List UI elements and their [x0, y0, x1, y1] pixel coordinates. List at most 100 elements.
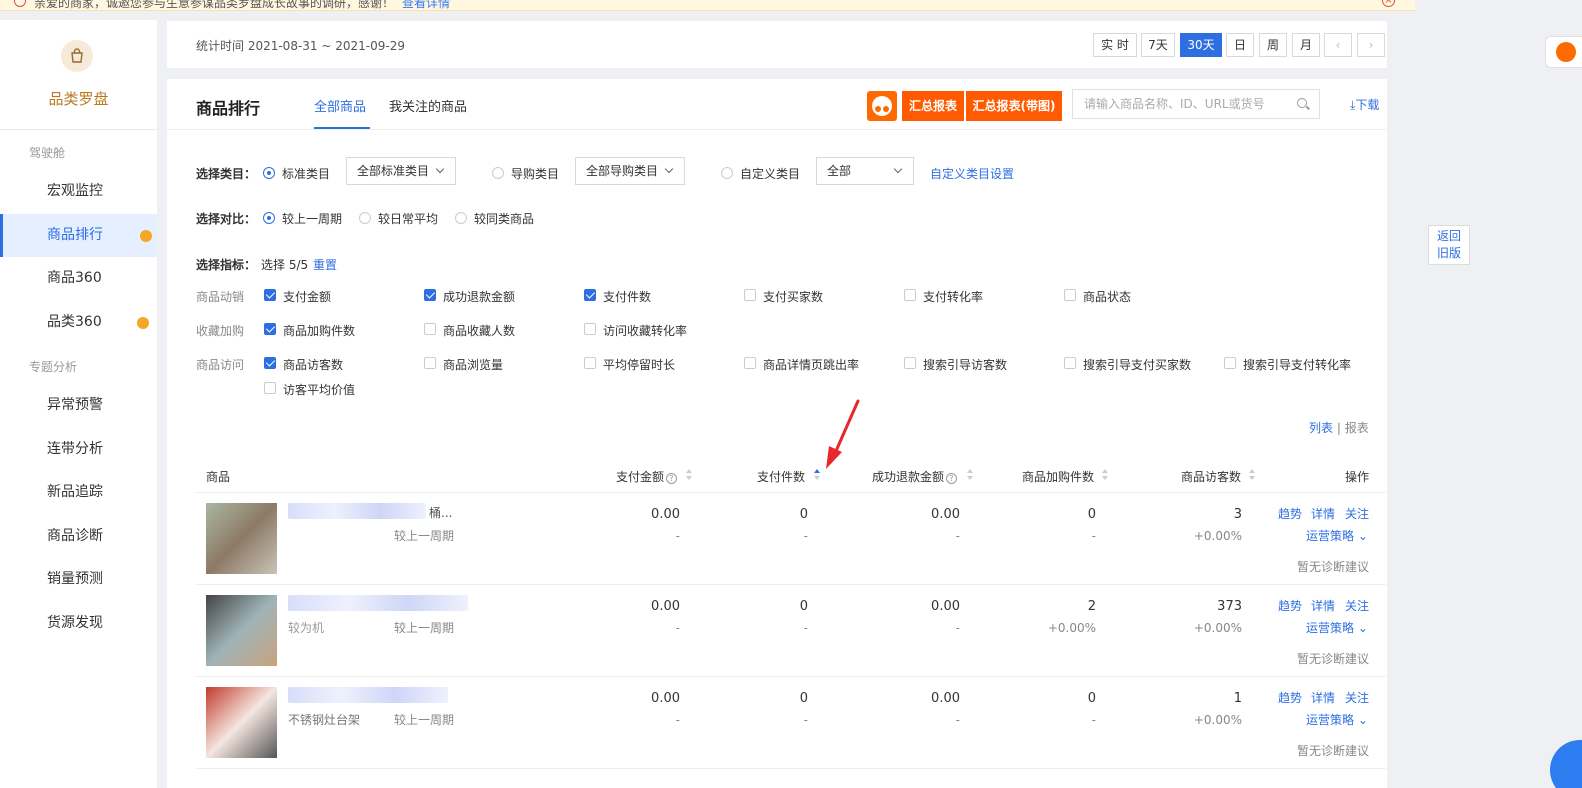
sidebar-item-association[interactable]: 连带分析	[0, 428, 157, 471]
custom-category-settings-link[interactable]: 自定义类目设置	[930, 165, 1014, 182]
month-button[interactable]: 月	[1292, 33, 1320, 57]
col-refund-amount[interactable]: 成功退款金额?	[872, 468, 958, 485]
radio-custom-category[interactable]	[721, 167, 733, 179]
reset-link[interactable]: 重置	[313, 256, 337, 273]
col-pay-amount[interactable]: 支付金额?	[616, 468, 678, 485]
trend-link[interactable]: 趋势	[1278, 505, 1302, 522]
checkbox-search-visitors[interactable]	[904, 357, 916, 369]
standard-category-select[interactable]: 全部标准类目	[346, 157, 456, 185]
guide-category-select[interactable]: 全部导购类目	[575, 157, 685, 185]
search-icon[interactable]	[1297, 98, 1307, 108]
col-visitors[interactable]: 商品访客数	[1181, 468, 1241, 485]
checkbox-pageviews[interactable]	[424, 357, 436, 369]
radio-standard-category[interactable]	[263, 167, 275, 179]
detail-link[interactable]: 详情	[1311, 597, 1335, 614]
sort-icon[interactable]	[686, 468, 692, 482]
sidebar-item-anomaly-alert[interactable]: 异常预警	[0, 384, 157, 427]
sort-icon[interactable]	[967, 468, 973, 482]
product-name[interactable]: 不锈钢灶台架	[288, 711, 360, 728]
product-image[interactable]	[206, 595, 277, 666]
sidebar-item-macro-monitor[interactable]: 宏观监控	[0, 170, 157, 213]
product-image[interactable]	[206, 503, 277, 574]
checkbox-fav-users[interactable]	[424, 323, 436, 335]
7day-button[interactable]: 7天	[1141, 33, 1175, 57]
detail-link[interactable]: 详情	[1311, 505, 1335, 522]
checkbox-cart-count[interactable]	[264, 323, 276, 335]
close-icon[interactable]: ×	[1382, 0, 1395, 7]
col-pay-count[interactable]: 支付件数	[757, 468, 805, 485]
radio-daily-average[interactable]	[359, 212, 371, 224]
checkbox-pay-amount[interactable]	[264, 289, 276, 301]
help-icon[interactable]: ?	[666, 473, 678, 484]
day-button[interactable]: 日	[1226, 33, 1254, 57]
checkbox-visitor-value[interactable]	[264, 382, 276, 394]
strategy-dropdown[interactable]: 运营策略 ⌄	[1306, 527, 1368, 544]
main-panel: 商品排行 全部商品 我关注的商品 汇总报表 汇总报表(带图) ⤓下载 选择类目：…	[167, 79, 1387, 788]
pay-amount-value: 0.00	[651, 691, 680, 706]
sort-icon[interactable]	[1102, 468, 1108, 482]
sidebar-item-new-product[interactable]: 新品追踪	[0, 471, 157, 514]
report-view-link[interactable]: 报表	[1345, 421, 1369, 435]
help-icon[interactable]: ?	[946, 473, 958, 484]
trend-link[interactable]: 趋势	[1278, 689, 1302, 706]
product-name-tail[interactable]: 桶...	[429, 504, 489, 521]
checkbox-product-status[interactable]	[1064, 289, 1076, 301]
checkbox-pay-conversion[interactable]	[904, 289, 916, 301]
sort-icon[interactable]	[1249, 468, 1255, 482]
30day-button[interactable]: 30天	[1180, 33, 1222, 57]
download-link[interactable]: ⤓下载	[1350, 96, 1379, 113]
notice-link[interactable]: 查看详情	[402, 0, 450, 10]
table-row: 桶... 较上一周期 0.00 - 0 - 0.00 - 0 - 3 +0.00…	[196, 493, 1386, 585]
radio-prev-period[interactable]	[263, 212, 275, 224]
follow-link[interactable]: 关注	[1345, 505, 1369, 522]
cart-value: 0	[1087, 691, 1096, 706]
radio-guide-category[interactable]	[492, 167, 504, 179]
strategy-dropdown[interactable]: 运营策略 ⌄	[1306, 619, 1368, 636]
sidebar-item-sales-forecast[interactable]: 销量预测	[0, 558, 157, 601]
strategy-dropdown[interactable]: 运营策略 ⌄	[1306, 711, 1368, 728]
checkbox-visitors[interactable]	[264, 357, 276, 369]
checkbox-bounce-rate[interactable]	[744, 357, 756, 369]
follow-link[interactable]: 关注	[1345, 597, 1369, 614]
search-input[interactable]	[1073, 90, 1283, 118]
checkbox-avg-stay[interactable]	[584, 357, 596, 369]
checkbox-search-buyers[interactable]	[1064, 357, 1076, 369]
follow-link[interactable]: 关注	[1345, 689, 1369, 706]
sidebar-item-sourcing[interactable]: 货源发现	[0, 602, 157, 645]
group-visits: 商品访问	[196, 358, 245, 372]
checkbox-pay-buyers[interactable]	[744, 289, 756, 301]
detail-link[interactable]: 详情	[1311, 689, 1335, 706]
tab-all-products[interactable]: 全部商品	[314, 96, 366, 115]
tab-followed-products[interactable]: 我关注的商品	[389, 96, 467, 115]
radio-similar-products[interactable]	[455, 212, 467, 224]
checkbox-search-conversion[interactable]	[1224, 357, 1236, 369]
back-to-old-version-button[interactable]: 返回 旧版	[1428, 225, 1470, 265]
sidebar-item-product-ranking[interactable]: 商品排行	[0, 214, 157, 257]
checkbox-visit-fav-conversion[interactable]	[584, 323, 596, 335]
checkbox-refund-amount[interactable]	[424, 289, 436, 301]
summary-report-button[interactable]: 汇总报表	[902, 91, 964, 121]
prev-icon[interactable]: ‹	[1324, 33, 1352, 57]
mascot-icon[interactable]	[867, 91, 897, 121]
col-cart-count[interactable]: 商品加购件数	[1022, 468, 1094, 485]
chat-float-icon[interactable]	[1550, 740, 1582, 788]
next-icon[interactable]: ›	[1357, 33, 1385, 57]
visitors-value: 1	[1233, 691, 1242, 706]
cart-value: 2	[1087, 599, 1096, 614]
list-view-link[interactable]: 列表	[1309, 421, 1333, 435]
pay-amount-value: 0.00	[651, 507, 680, 522]
compare-label: 较上一周期	[394, 621, 455, 635]
realtime-button[interactable]: 实 时	[1093, 33, 1137, 57]
trend-link[interactable]: 趋势	[1278, 597, 1302, 614]
product-image[interactable]	[206, 687, 277, 758]
sidebar-item-category-360[interactable]: 品类360	[0, 301, 157, 344]
sidebar-item-product-360[interactable]: 商品360	[0, 257, 157, 300]
checkbox-pay-count[interactable]	[584, 289, 596, 301]
custom-category-select[interactable]: 全部	[816, 157, 914, 185]
sort-asc-icon[interactable]	[814, 468, 820, 482]
week-button[interactable]: 周	[1259, 33, 1287, 57]
visitors-compare: +0.00%	[1193, 621, 1242, 635]
summary-report-with-image-button[interactable]: 汇总报表(带图)	[966, 91, 1062, 121]
sidebar-item-diagnosis[interactable]: 商品诊断	[0, 515, 157, 558]
assistant-icon[interactable]	[1545, 36, 1582, 68]
